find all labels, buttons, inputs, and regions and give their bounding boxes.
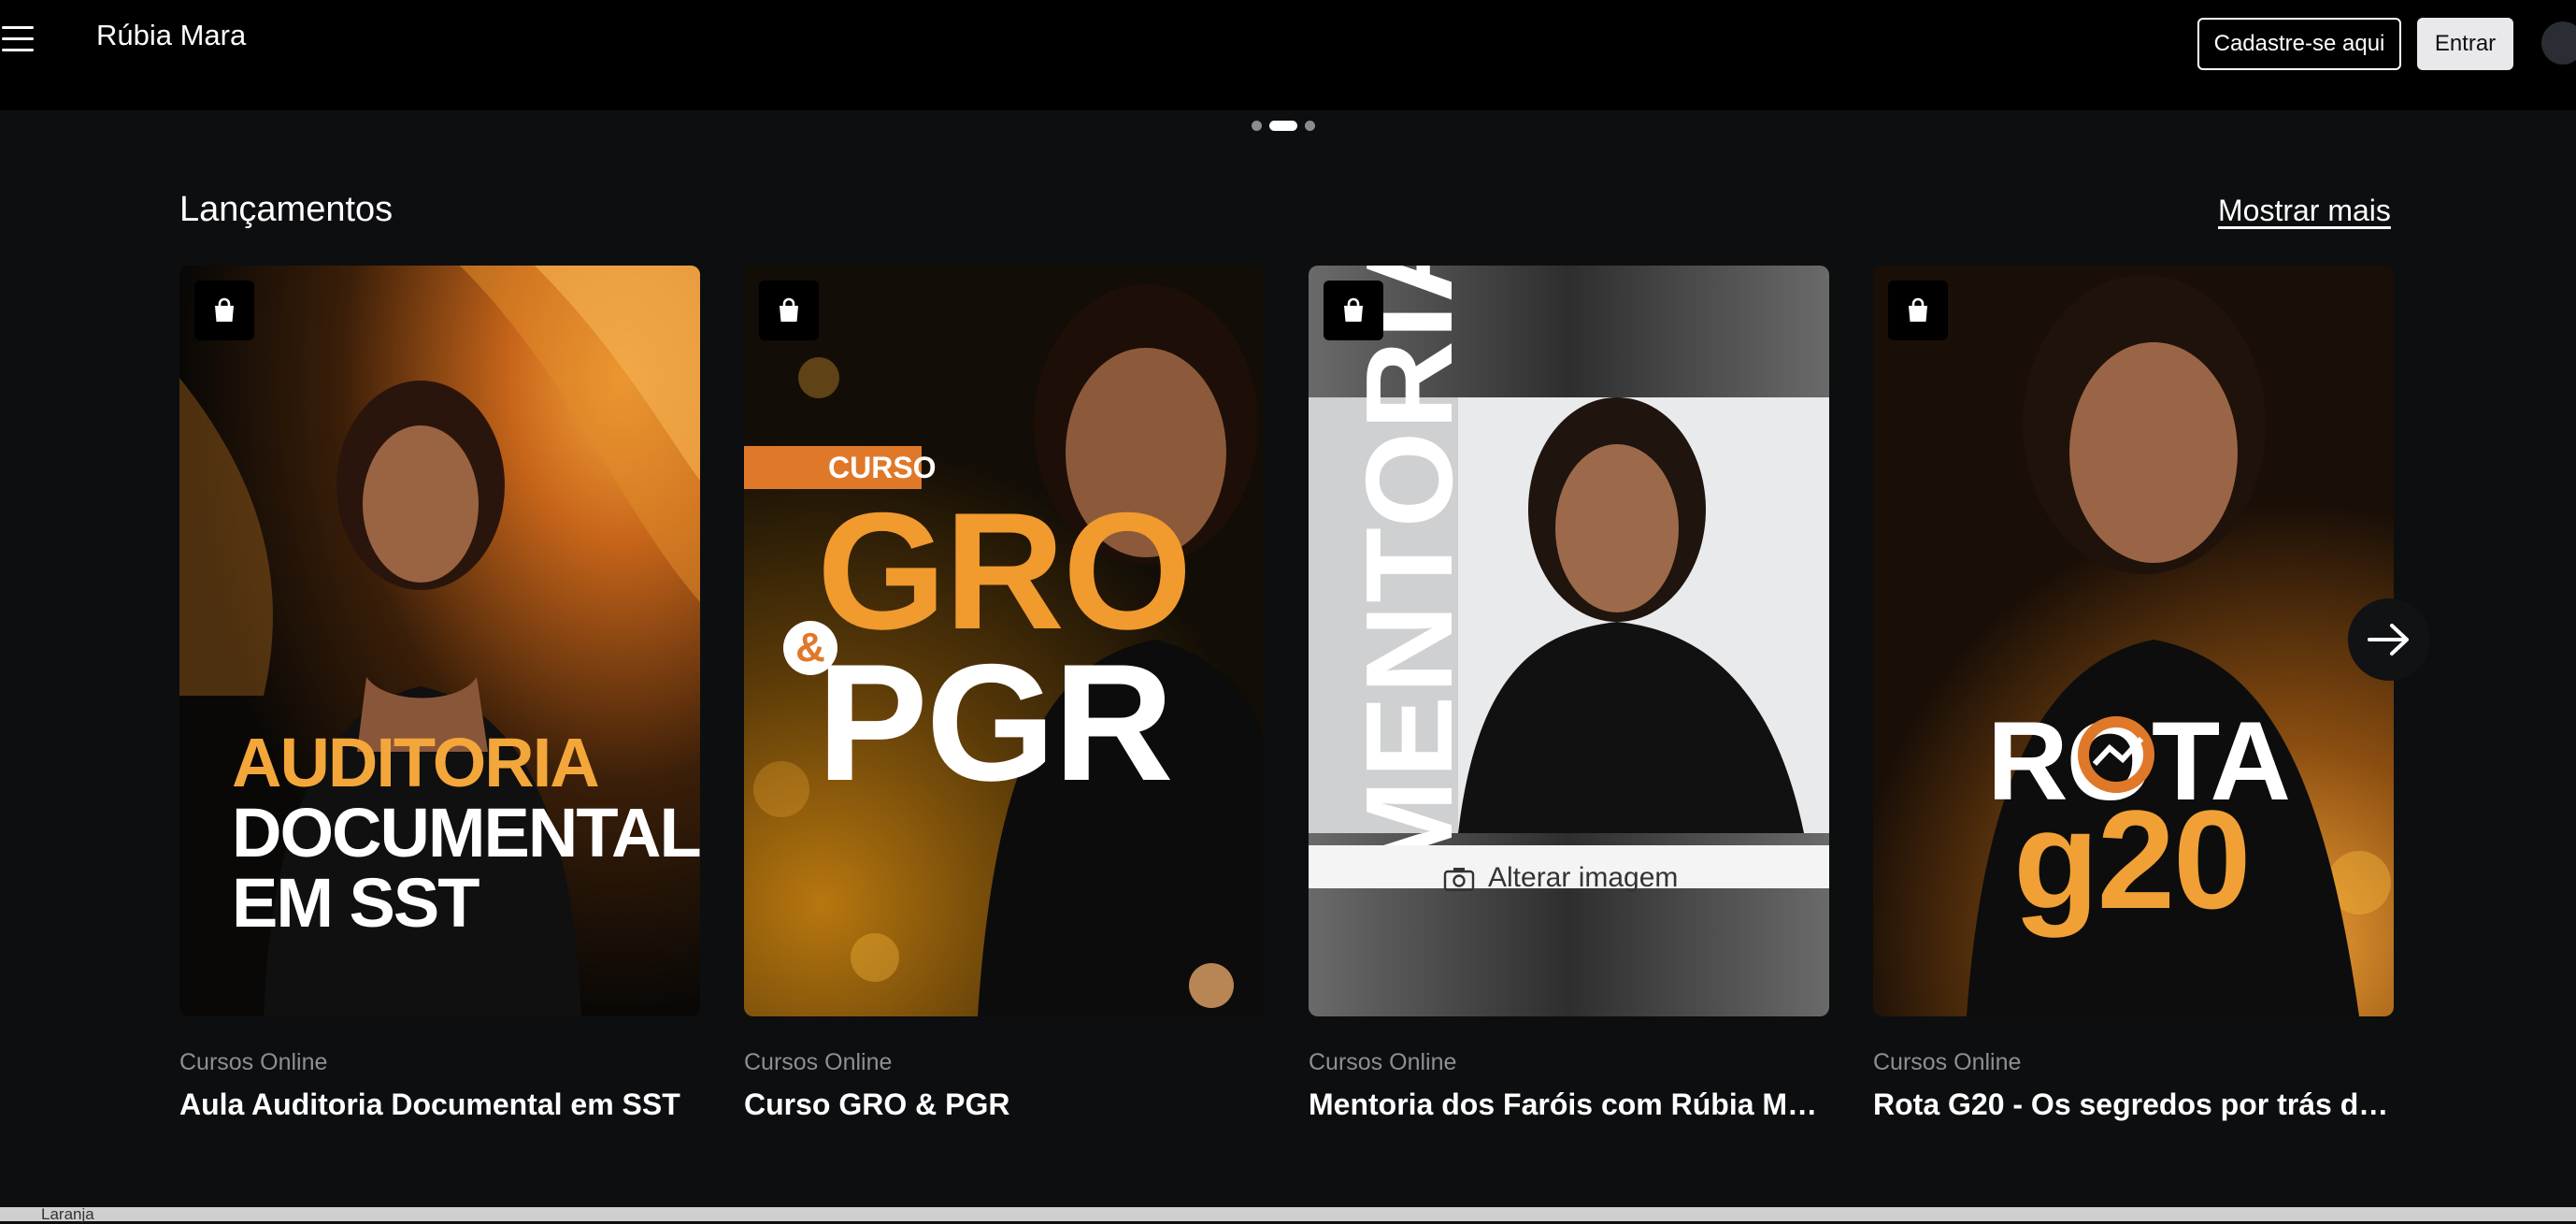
change-image-bar[interactable]: Alterar imagem <box>1309 845 1829 893</box>
course-card-rota-g20[interactable]: ROTA g20 Cursos Online Rota G20 - Os seg… <box>1873 266 2394 1122</box>
course-category: Cursos Online <box>1873 1049 2022 1075</box>
carousel-pagination <box>1252 119 1315 132</box>
poster-title-line3: EM SST <box>232 864 479 942</box>
shopping-bag-icon <box>1888 281 1948 340</box>
show-more-link[interactable]: Mostrar mais <box>2218 194 2391 228</box>
shopping-bag-icon <box>1324 281 1383 340</box>
course-card-mentoria[interactable]: MENTORIA Alterar imagem Cursos Online Me… <box>1309 266 1829 1122</box>
course-card-auditoria[interactable]: AUDITORIA DOCUMENTAL EM SST Cursos Onlin… <box>179 266 700 1122</box>
signup-button[interactable]: Cadastre-se aqui <box>2197 18 2401 70</box>
brand-name[interactable]: Rúbia Mara <box>96 19 246 52</box>
course-title[interactable]: Rota G20 - Os segredos por trás de... <box>1873 1087 2394 1122</box>
carousel-dot-2-active[interactable] <box>1269 120 1297 131</box>
carousel-dot-1[interactable] <box>1252 120 1262 131</box>
course-title[interactable]: Curso GRO & PGR <box>744 1087 1265 1122</box>
course-thumbnail[interactable]: AUDITORIA DOCUMENTAL EM SST <box>179 266 700 1016</box>
poster-title-line2: DOCUMENTAL <box>232 794 700 871</box>
carousel-next-arrow-icon[interactable] <box>2348 598 2430 681</box>
bottom-strip: Laranja <box>0 1205 2576 1223</box>
course-thumbnail[interactable]: CURSO GRO & PGR <box>744 266 1265 1016</box>
course-title[interactable]: Aula Auditoria Documental em SST <box>179 1087 700 1122</box>
course-category: Cursos Online <box>744 1049 893 1075</box>
course-thumbnail[interactable]: MENTORIA Alterar imagem <box>1309 266 1829 1016</box>
course-title[interactable]: Mentoria dos Faróis com Rúbia Mara <box>1309 1087 1829 1122</box>
change-image-label[interactable]: Alterar imagem <box>1488 862 1678 894</box>
course-category: Cursos Online <box>1309 1049 1457 1075</box>
course-card-gro-pgr[interactable]: CURSO GRO & PGR Cursos Online Curso GRO … <box>744 266 1265 1122</box>
course-category: Cursos Online <box>179 1049 328 1075</box>
poster-title-line2: PGR <box>817 629 1174 815</box>
poster-title-line1: AUDITORIA <box>232 724 600 801</box>
course-thumbnail[interactable]: ROTA g20 <box>1873 266 2394 1016</box>
hamburger-menu-icon[interactable] <box>0 24 37 56</box>
top-navigation-bar: Rúbia Mara Cadastre-se aqui Entrar <box>0 0 2576 110</box>
camera-icon <box>1443 868 1475 891</box>
carousel-dot-3[interactable] <box>1305 120 1315 131</box>
login-button[interactable]: Entrar <box>2417 18 2513 70</box>
shopping-bag-icon <box>759 281 819 340</box>
poster-vertical-title: MENTORIA <box>1340 266 1478 883</box>
shopping-bag-icon <box>194 281 254 340</box>
user-avatar-icon[interactable] <box>2541 22 2576 65</box>
poster-title-line2: g20 <box>2013 781 2251 938</box>
bottom-strip-text: Laranja <box>41 1205 94 1223</box>
magnifier-chart-icon <box>2078 716 2154 793</box>
section-title: Lançamentos <box>179 190 394 229</box>
